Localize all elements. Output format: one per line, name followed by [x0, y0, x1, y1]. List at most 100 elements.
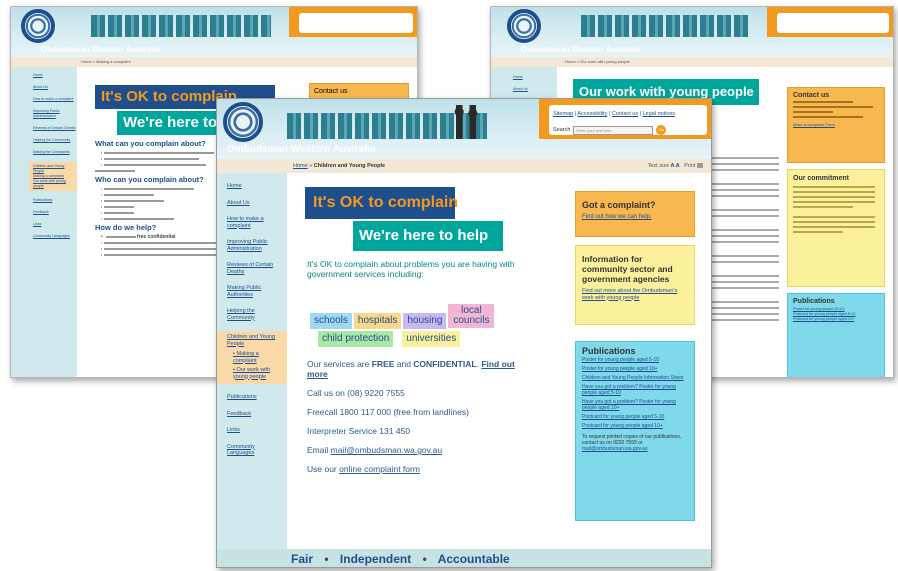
nav-item-authorities[interactable]: Making Public Authorities: [227, 285, 283, 298]
nav-item-home[interactable]: Home: [227, 183, 283, 190]
find-out-how-link[interactable]: Find out how we can help.: [582, 214, 688, 220]
site-banner: Ombudsman Western Australia: [11, 7, 417, 57]
nav-item-feedback[interactable]: Feedback: [33, 210, 77, 215]
nav-item-reviews[interactable]: Reviews of Certain Deaths: [227, 262, 283, 275]
nav-item-feedback[interactable]: Feedback: [227, 411, 283, 418]
header-tools-panel: Sitemap | Accessibility | Contact us | L…: [549, 105, 707, 135]
nav-item-languages[interactable]: Community Languages: [227, 444, 283, 457]
footer-values: Fair • Independent • Accountable: [217, 549, 711, 567]
freecall-line: Freecall 1800 117 000 (free from landlin…: [307, 407, 469, 417]
right-content-lines: [707, 153, 779, 325]
site-title: Ombudsman Western Australia: [227, 144, 376, 155]
nav-item-links[interactable]: Links: [33, 222, 77, 227]
skyline-graphic: [91, 15, 271, 37]
nav-item-languages[interactable]: Community Languages: [33, 234, 77, 239]
search-input[interactable]: Enter your text here: [573, 125, 654, 135]
text-size-icon[interactable]: A A: [671, 163, 680, 169]
nav-item-improving[interactable]: Improving Public Administration: [227, 239, 283, 252]
word-housing: housing: [403, 313, 447, 329]
word-schools: schools: [310, 313, 352, 329]
print-link[interactable]: Print: [684, 163, 695, 169]
got-complaint-title: Got a complaint?: [582, 200, 656, 210]
nav-item-reviews[interactable]: Reviews of Certain Deaths: [33, 126, 77, 131]
find-out-more-work-link[interactable]: Find out more about the Ombudsman's work…: [582, 288, 688, 301]
site-banner: Sitemap | Accessibility | Contact us | L…: [217, 99, 711, 159]
nav-item-helping[interactable]: Helping the Community: [33, 138, 77, 143]
word-local-councils: local councils: [448, 304, 495, 328]
service-words-graphic: schools hospitals housinglocal councils ch…: [309, 303, 521, 348]
interpreter-line: Interpreter Service 131 450: [307, 426, 411, 436]
nav-item-community[interactable]: Helping the Community: [227, 308, 283, 321]
legal-notices-link[interactable]: Legal notices: [643, 111, 675, 117]
intro-text: It's OK to complain about problems you a…: [307, 259, 515, 279]
nav-item-publications[interactable]: Publications: [227, 394, 283, 401]
pub-link-problem-10[interactable]: Have you got a problem? Poster for young…: [582, 399, 688, 411]
info-agencies-box: Information for community sector and gov…: [575, 245, 695, 325]
nav-subitem-making-complaint[interactable]: ▪ Making a complaint: [227, 351, 283, 364]
services-line: Our services are FREE and CONFIDENTIAL. …: [307, 359, 515, 379]
nav-item-making[interactable]: Making the Complaints: [33, 150, 77, 155]
here-to-help-heading: We're here to help: [353, 221, 503, 251]
email-line: Email mail@ombudsman.wa.gov.au: [307, 445, 443, 455]
nav-subitem-our-work[interactable]: ▪ Our work with young people: [227, 367, 283, 380]
online-complaint-form-link[interactable]: online complaint form: [339, 464, 420, 474]
pub-link-postcard-10[interactable]: Postcard for young people aged 10+: [582, 423, 688, 429]
nav-item-improving[interactable]: Improving Public Administration: [33, 109, 77, 119]
got-complaint-box: Got a complaint? Find out how we can hel…: [575, 191, 695, 237]
word-hospitals: hospitals: [353, 313, 402, 329]
nav-item-children[interactable]: Children and Young People Making a compl…: [29, 162, 77, 191]
page-tools: Text size A A Print: [648, 163, 703, 169]
publications-box: Publications Poster for young people age…: [575, 341, 695, 521]
word-universities: universities: [402, 331, 461, 347]
email-link[interactable]: mail@ombudsman.wa.gov.au: [331, 445, 442, 455]
pub-link-info-sheet[interactable]: Children and Young People Information Sh…: [582, 375, 688, 381]
ombudsman-logo-icon: [507, 9, 541, 43]
nav-item-make-complaint[interactable]: How to make a complaint: [227, 216, 283, 229]
ombudsman-logo-icon: [21, 9, 55, 43]
pub-link-poster-10[interactable]: Poster for young people aged 10+: [582, 366, 688, 372]
info-agencies-title: Information for community sector and gov…: [582, 254, 673, 284]
nav-subitem-work[interactable]: Our work with young people: [33, 179, 73, 189]
site-title: Ombudsman Western Australia: [521, 45, 640, 54]
breadcrumb-home[interactable]: Home: [293, 163, 308, 169]
pub-link-postcard-5-10[interactable]: Postcard for young people aged 5-10: [582, 414, 688, 420]
contact-us-link[interactable]: Contact us: [612, 111, 638, 117]
ombudsman-logo-icon: [223, 102, 263, 142]
screenshot-children-young-people: Sitemap | Accessibility | Contact us | L…: [216, 98, 712, 568]
search-label: Search: [553, 127, 571, 133]
nav-item-children[interactable]: Children and Young People ▪ Making a com…: [217, 331, 287, 384]
word-child-protection: child protection: [318, 331, 394, 347]
breadcrumb: Home » Making a complaint: [11, 57, 417, 67]
site-title: Ombudsman Western Australia: [41, 45, 160, 54]
pub-link-poster-5-10[interactable]: Poster for young people aged 5-10: [582, 357, 688, 363]
nav-item-about[interactable]: About Us: [513, 87, 557, 91]
breadcrumb: Home » Our work with young people: [491, 57, 893, 67]
call-line: Call us on (08) 9220 7555: [307, 388, 405, 398]
sitemap-link[interactable]: Sitemap: [553, 111, 573, 117]
breadcrumb-current: Children and Young People: [313, 163, 386, 169]
header-links: Sitemap | Accessibility | Contact us | L…: [553, 111, 676, 117]
pubs-email-link[interactable]: mail@ombudsman.wa.gov.au: [582, 446, 688, 452]
nav-item-home[interactable]: Home: [33, 73, 77, 78]
nav-item-home[interactable]: Home: [513, 75, 557, 79]
accessibility-link[interactable]: Accessibility: [577, 111, 607, 117]
online-form-line: Use our online complaint form: [307, 464, 420, 474]
nav-item-about-us[interactable]: About Us: [227, 200, 283, 207]
nav-item-publications[interactable]: Publications: [33, 198, 77, 203]
make-complaint-form-link[interactable]: Make a complaint Form: [793, 122, 879, 127]
breadcrumb-bar: Home » Children and Young People Text si…: [217, 159, 711, 173]
pub-link[interactable]: Postcard for young people aged 10+: [793, 317, 879, 322]
people-silhouette-icon: [449, 105, 483, 139]
nav-item-complaint[interactable]: How to make a complaint: [33, 97, 77, 102]
ok-to-complain-heading: It's OK to complain: [305, 187, 458, 219]
contact-box: Contact us Make a complaint Form: [787, 87, 885, 163]
publications-box: Publications Poster for young people (5-…: [787, 293, 885, 377]
pubs-note: To request printed copies of our publica…: [582, 434, 682, 446]
search-go-button[interactable]: Go: [656, 125, 667, 135]
pub-link-problem-5-10[interactable]: Have you got a problem? Poster for young…: [582, 384, 688, 396]
nav-item-about[interactable]: About Us: [33, 85, 77, 90]
contact-details: Our services are FREE and CONFIDENTIAL. …: [307, 359, 527, 474]
print-icon[interactable]: [697, 163, 703, 169]
sidebar-nav: Home About Us How to make a complaint Im…: [217, 173, 287, 549]
nav-item-links[interactable]: Links: [227, 427, 283, 434]
